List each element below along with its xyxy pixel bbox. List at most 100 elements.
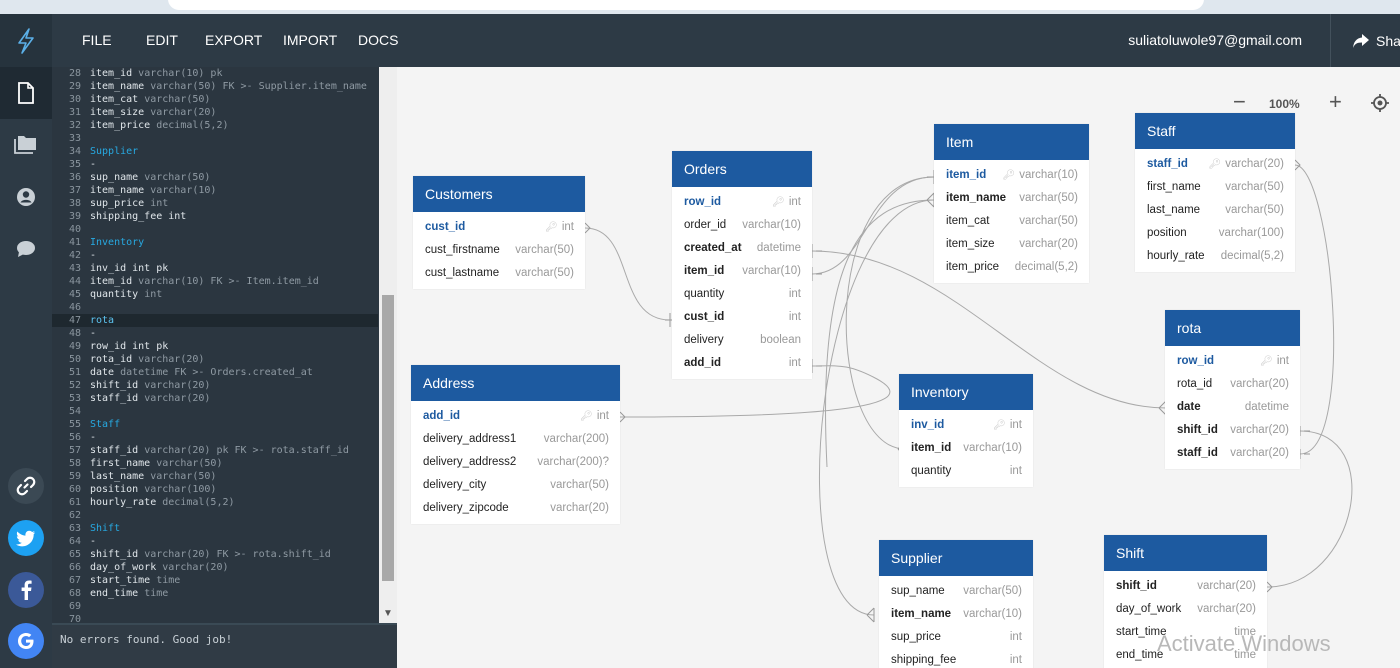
scroll-down-arrow-icon[interactable]: ▼ [383, 608, 393, 619]
code-line[interactable]: 50 rota_id varchar(20) [52, 353, 378, 366]
sidebar-chat[interactable] [0, 223, 52, 275]
code-lines[interactable]: 28 item_id varchar(10) pk 29 item_name varc… [52, 67, 378, 623]
table-header[interactable]: rota [1165, 310, 1300, 346]
code-line[interactable]: 59 last_name varchar(50) [52, 470, 378, 483]
code-line[interactable]: 51 date datetime FK >- Orders.created_at [52, 366, 378, 379]
code-line[interactable]: 45 quantity int [52, 288, 378, 301]
field-row[interactable]: item_price decimal(5,2) [934, 256, 1089, 279]
table-customers[interactable]: Customers cust_id 🔑︎ int cust_firstname varch… [413, 176, 585, 289]
field-row[interactable]: item_name varchar(10) [879, 603, 1033, 626]
field-row[interactable]: item_cat varchar(50) [934, 210, 1089, 233]
field-row[interactable]: quantity int [899, 460, 1033, 483]
code-line[interactable]: 39 shipping_fee int [52, 210, 378, 223]
table-inventory[interactable]: Inventory inv_id 🔑︎ int item_id varchar(10) qu… [899, 374, 1033, 487]
field-row[interactable]: day_of_work varchar(20) [1104, 598, 1267, 621]
code-line[interactable]: 53 staff_id varchar(20) [52, 392, 378, 405]
code-line[interactable]: 28 item_id varchar(10) pk [52, 67, 378, 80]
sidebar-folders[interactable] [0, 119, 52, 171]
menu-docs[interactable]: DOCS [358, 14, 398, 67]
code-line[interactable]: 57 staff_id varchar(20) pk FK >- rota.sta… [52, 444, 378, 457]
user-email[interactable]: suliatoluwole97@gmail.com [1128, 14, 1302, 67]
zoom-out-button[interactable]: − [1233, 89, 1246, 115]
field-row[interactable]: item_id varchar(10) [672, 260, 812, 283]
field-row[interactable]: item_size varchar(20) [934, 233, 1089, 256]
table-header[interactable]: Supplier [879, 540, 1033, 576]
field-row[interactable]: last_name varchar(50) [1135, 199, 1295, 222]
field-row[interactable]: cust_lastname varchar(50) [413, 262, 585, 285]
code-line[interactable]: 32 item_price decimal(5,2) [52, 119, 378, 132]
field-row[interactable]: delivery_zipcode varchar(20) [411, 497, 620, 520]
code-line[interactable]: 41 Inventory [52, 236, 378, 249]
code-line[interactable]: 33 [52, 132, 378, 145]
field-row[interactable]: row_id 🔑︎ int [1165, 350, 1300, 373]
table-supplier[interactable]: Supplier sup_name varchar(50) item_name varc… [879, 540, 1033, 668]
diagram-canvas[interactable]: − 100% + Customers cust_id 🔑︎ int cust_first… [397, 67, 1400, 668]
field-row[interactable]: order_id varchar(10) [672, 214, 812, 237]
zoom-in-button[interactable]: + [1329, 89, 1342, 115]
code-editor[interactable]: 28 item_id varchar(10) pk 29 item_name varc… [52, 67, 397, 623]
code-line[interactable]: 62 [52, 509, 378, 522]
code-line[interactable]: 69 [52, 600, 378, 613]
sidebar-document[interactable] [0, 67, 52, 119]
share-button[interactable]: Sha [1352, 14, 1400, 67]
field-row[interactable]: row_id 🔑︎ int [672, 191, 812, 214]
code-line[interactable]: 48- [52, 327, 378, 340]
link-button[interactable] [8, 468, 44, 504]
facebook-button[interactable] [8, 572, 44, 608]
field-row[interactable]: cust_firstname varchar(50) [413, 239, 585, 262]
code-line[interactable]: 70 [52, 613, 378, 623]
code-line[interactable]: 38 sup_price int [52, 197, 378, 210]
field-row[interactable]: delivery boolean [672, 329, 812, 352]
table-header[interactable]: Shift [1104, 535, 1267, 571]
twitter-button[interactable] [8, 520, 44, 556]
field-row[interactable]: shipping_fee int [879, 649, 1033, 668]
field-row[interactable]: item_id 🔑︎ varchar(10) [934, 164, 1089, 187]
code-line[interactable]: 34 Supplier [52, 145, 378, 158]
menu-file[interactable]: FILE [82, 14, 112, 67]
code-line[interactable]: 46 [52, 301, 378, 314]
app-logo[interactable] [0, 14, 52, 67]
code-line[interactable]: 37 item_name varchar(10) [52, 184, 378, 197]
google-button[interactable] [8, 623, 44, 659]
code-line[interactable]: 47 rota [52, 314, 378, 327]
field-row[interactable]: item_id varchar(10) [899, 437, 1033, 460]
field-row[interactable]: cust_id 🔑︎ int [413, 216, 585, 239]
field-row[interactable]: first_name varchar(50) [1135, 176, 1295, 199]
field-row[interactable]: position varchar(100) [1135, 222, 1295, 245]
table-staff[interactable]: Staff staff_id 🔑︎ varchar(20) first_name varc… [1135, 113, 1295, 272]
field-row[interactable]: delivery_address2 varchar(200)? [411, 451, 620, 474]
code-line[interactable]: 40 [52, 223, 378, 236]
code-line[interactable]: 61 hourly_rate decimal(5,2) [52, 496, 378, 509]
field-row[interactable]: sup_price int [879, 626, 1033, 649]
field-row[interactable]: item_name varchar(50) [934, 187, 1089, 210]
table-header[interactable]: Item [934, 124, 1089, 160]
editor-scrollbar[interactable]: ▼ [379, 67, 397, 623]
code-line[interactable]: 30 item_cat varchar(50) [52, 93, 378, 106]
table-rota[interactable]: rota row_id 🔑︎ int rota_id varchar(20) date dat… [1165, 310, 1300, 469]
table-header[interactable]: Customers [413, 176, 585, 212]
field-row[interactable]: add_id int [672, 352, 812, 375]
code-line[interactable]: 64- [52, 535, 378, 548]
target-icon[interactable] [1370, 93, 1390, 113]
code-line[interactable]: 54 [52, 405, 378, 418]
field-row[interactable]: delivery_address1 varchar(200) [411, 428, 620, 451]
field-row[interactable]: rota_id varchar(20) [1165, 373, 1300, 396]
table-header[interactable]: Address [411, 365, 620, 401]
code-line[interactable]: 43 inv_id int pk [52, 262, 378, 275]
code-line[interactable]: 66 day_of_work varchar(20) [52, 561, 378, 574]
code-line[interactable]: 58 first_name varchar(50) [52, 457, 378, 470]
code-line[interactable]: 42- [52, 249, 378, 262]
code-line[interactable]: 55 Staff [52, 418, 378, 431]
table-header[interactable]: Inventory [899, 374, 1033, 410]
code-line[interactable]: 36 sup_name varchar(50) [52, 171, 378, 184]
code-line[interactable]: 68 end_time time [52, 587, 378, 600]
code-line[interactable]: 49 row_id int pk [52, 340, 378, 353]
code-line[interactable]: 63 Shift [52, 522, 378, 535]
code-line[interactable]: 67 start_time time [52, 574, 378, 587]
field-row[interactable]: cust_id int [672, 306, 812, 329]
code-line[interactable]: 52 shift_id varchar(20) [52, 379, 378, 392]
field-row[interactable]: shift_id varchar(20) [1104, 575, 1267, 598]
editor-scroll-thumb[interactable] [382, 295, 394, 581]
code-line[interactable]: 29 item_name varchar(50) FK >- Supplier.i… [52, 80, 378, 93]
table-address[interactable]: Address add_id 🔑︎ int delivery_address1 varch… [411, 365, 620, 524]
